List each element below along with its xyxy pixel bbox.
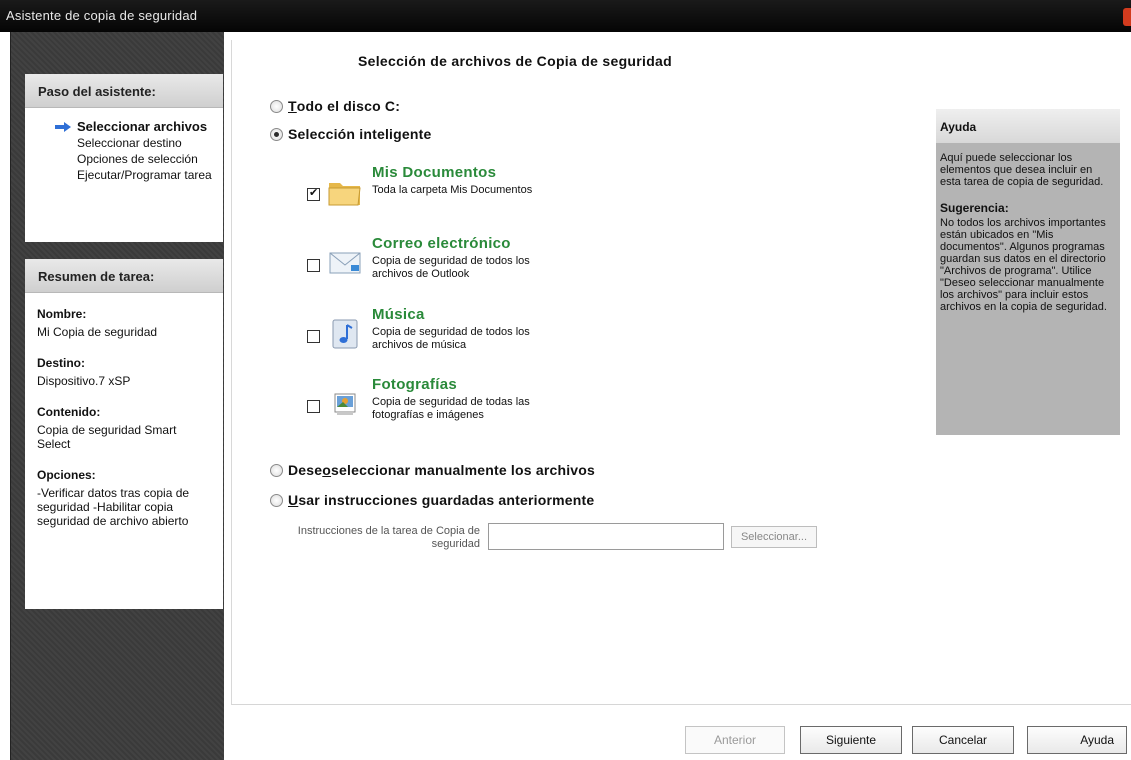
- arrow-right-icon: [55, 122, 71, 132]
- step-label: Seleccionar destino: [77, 136, 182, 150]
- sidebar: Paso del asistente: Seleccionar archivos…: [10, 32, 224, 760]
- tip-text: No todos los archivos importantes están …: [940, 217, 1107, 313]
- select-button[interactable]: Seleccionar...: [731, 526, 817, 548]
- item-title: Correo electrónico: [372, 235, 511, 252]
- radio-saved-instructions[interactable]: Usar instrucciones guardadas anteriormen…: [270, 492, 594, 508]
- page-title: Selección de archivos de Copia de seguri…: [358, 53, 672, 69]
- summary-name-label: Nombre:: [37, 307, 87, 321]
- summary-name-value: Mi Copia de seguridad: [37, 325, 158, 339]
- folder-icon: [328, 183, 361, 206]
- radio-manual-selection[interactable]: Dese o seleccionar manualmente los archiv…: [270, 462, 595, 478]
- item-title: Música: [372, 306, 425, 323]
- help-button[interactable]: Ayuda: [1027, 726, 1127, 754]
- radio-smart-selection[interactable]: Selección inteligente: [270, 126, 431, 142]
- checkbox-email[interactable]: [307, 259, 320, 272]
- step-selection-options[interactable]: Opciones de selección: [25, 152, 223, 166]
- mail-icon: [329, 252, 361, 274]
- item-description: Toda la carpeta Mis Documentos: [372, 184, 533, 196]
- item-title: Mis Documentos: [372, 164, 497, 181]
- window-title: Asistente de copia de seguridad: [6, 8, 198, 23]
- checkbox-photos[interactable]: [307, 400, 320, 413]
- item-photos: Fotografías Copia de seguridad de todas …: [307, 376, 607, 436]
- help-header: Ayuda: [936, 109, 1120, 143]
- accel-char: U: [288, 492, 299, 508]
- summary-destination-label: Destino:: [37, 356, 85, 370]
- step-label: Ejecutar/Programar tarea: [77, 168, 212, 182]
- item-description: Copia de seguridad de todas las fotograf…: [372, 396, 530, 421]
- item-music: Música Copia de seguridad de todos los a…: [307, 306, 607, 366]
- footer-bar: Anterior Siguiente Cancelar Ayuda: [231, 704, 1131, 760]
- close-button[interactable]: [1123, 8, 1131, 26]
- help-panel: Ayuda Aquí puede seleccionar los element…: [936, 109, 1120, 435]
- title-bar: Asistente de copia de seguridad: [0, 0, 1131, 32]
- summary-content-label: Contenido:: [37, 405, 101, 419]
- item-my-documents: Mis Documentos Toda la carpeta Mis Docum…: [307, 164, 607, 224]
- instructions-label: Instrucciones de la tarea de Copia de se…: [297, 525, 480, 550]
- step-label: Seleccionar archivos: [77, 119, 208, 134]
- radio-label-pre: Dese: [288, 462, 323, 478]
- summary-options-label: Opciones:: [37, 468, 96, 482]
- checkbox-music[interactable]: [307, 330, 320, 343]
- task-summary-header: Resumen de tarea:: [25, 259, 223, 293]
- item-title: Fotografías: [372, 376, 457, 393]
- instructions-input[interactable]: [488, 523, 724, 550]
- radio-label: Selección inteligente: [288, 126, 432, 142]
- step-run-schedule[interactable]: Ejecutar/Programar tarea: [25, 168, 223, 182]
- step-select-destination[interactable]: Seleccionar destino: [25, 136, 223, 150]
- accel-char: o: [322, 462, 332, 478]
- summary-content-value: Copia de seguridad Smart Select: [37, 423, 177, 451]
- task-summary-panel: Resumen de tarea: Nombre: Mi Copia de se…: [25, 259, 223, 609]
- back-button[interactable]: Anterior: [685, 726, 785, 754]
- radio-full-disk[interactable]: Todo el disco C:: [270, 98, 400, 114]
- checkbox-my-documents[interactable]: [307, 186, 320, 201]
- help-text: Aquí puede seleccionar los elementos que…: [940, 152, 1104, 188]
- photo-icon: [334, 393, 356, 415]
- item-email: Correo electrónico Copia de seguridad de…: [307, 235, 607, 295]
- item-description: Copia de seguridad de todos los archivos…: [372, 326, 530, 351]
- radio-label: sar instrucciones guardadas anteriorment…: [298, 492, 595, 508]
- cancel-button[interactable]: Cancelar: [912, 726, 1014, 754]
- wizard-steps-header: Paso del asistente:: [25, 74, 223, 108]
- radio-button-selected[interactable]: [270, 127, 283, 141]
- tip-header: Sugerencia:: [940, 201, 1009, 215]
- radio-label: seleccionar manualmente los archivos: [331, 462, 596, 478]
- main-panel: Selección de archivos de Copia de seguri…: [231, 40, 1131, 704]
- accel-char: T: [288, 98, 297, 114]
- radio-button[interactable]: [270, 99, 283, 113]
- step-label: Opciones de selección: [77, 152, 198, 166]
- step-select-files[interactable]: Seleccionar archivos: [25, 120, 223, 134]
- radio-button[interactable]: [270, 463, 283, 477]
- next-button[interactable]: Siguiente: [800, 726, 902, 754]
- music-icon: [332, 319, 358, 349]
- summary-destination-value: Dispositivo.7 xSP: [37, 374, 131, 388]
- radio-button[interactable]: [270, 493, 283, 507]
- radio-label: odo el disco C:: [296, 98, 401, 114]
- summary-options-value: -Verificar datos tras copia de seguridad…: [37, 486, 190, 528]
- item-description: Copia de seguridad de todos los archivos…: [372, 255, 530, 280]
- wizard-steps-panel: Paso del asistente: Seleccionar archivos…: [25, 74, 223, 242]
